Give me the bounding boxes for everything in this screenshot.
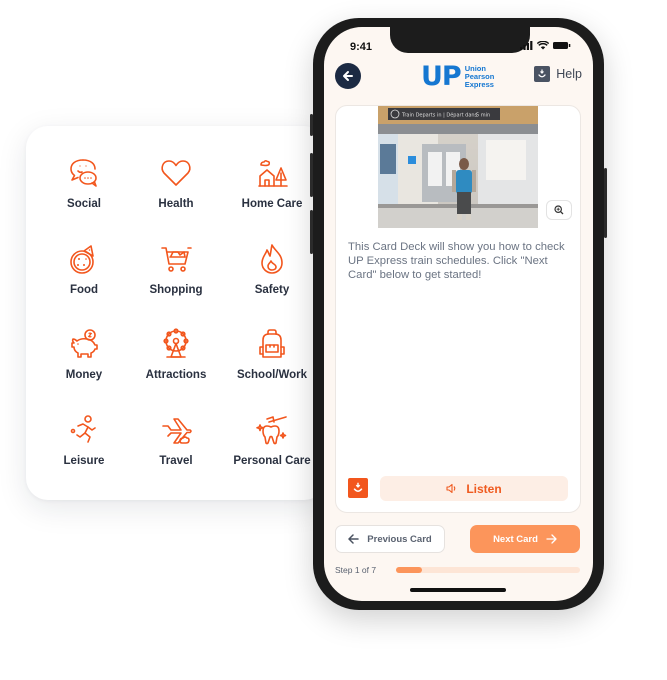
- pizza-icon: [70, 244, 94, 274]
- category-label: Shopping: [149, 283, 203, 296]
- status-icons: [520, 41, 571, 50]
- category-attractions[interactable]: Attractions: [128, 327, 224, 413]
- phone-side-button: [310, 114, 313, 136]
- app-header: UP Union Pearson Express Help: [324, 61, 593, 103]
- arrow-left-icon: [348, 534, 360, 544]
- category-health[interactable]: Health: [128, 156, 224, 242]
- phone-volume-up-button: [310, 153, 313, 197]
- arrow-right-icon: [546, 534, 557, 544]
- category-label: Social: [67, 198, 101, 210]
- category-food[interactable]: Food: [40, 242, 128, 328]
- progress-fill: [396, 567, 423, 573]
- listen-label: Listen: [466, 481, 502, 496]
- ferris-wheel-icon: [163, 328, 189, 358]
- running-person-icon: [70, 414, 96, 443]
- help-face-icon: [534, 66, 551, 82]
- zoom-in-icon: [554, 205, 564, 215]
- back-button[interactable]: [335, 63, 361, 89]
- category-label: Money: [65, 369, 103, 381]
- phone-power-button: [604, 168, 607, 238]
- up-express-logo: UP Union Pearson Express: [421, 61, 494, 92]
- category-label: Safety: [254, 283, 290, 296]
- flame-icon: [261, 243, 283, 274]
- tooth-brush-icon: [256, 415, 287, 444]
- speaker-icon: [446, 483, 456, 494]
- logo-mark: UP: [421, 61, 462, 92]
- phone-screen: 9:41 UP Union Pearson Express Help Train…: [324, 27, 593, 601]
- category-home-care[interactable]: Home Care: [224, 156, 320, 242]
- phone-volume-down-button: [310, 210, 313, 254]
- help-button[interactable]: Help: [534, 66, 582, 82]
- heart-icon: [161, 160, 191, 186]
- category-label: Personal Care: [233, 454, 311, 467]
- shopping-cart-icon: [161, 246, 192, 272]
- category-label: Health: [158, 198, 194, 210]
- zoom-image-button[interactable]: [546, 200, 572, 220]
- category-panel: Social Health Home Care Food Shopping Safety M…: [26, 126, 326, 500]
- logo-line-3: Express: [464, 79, 494, 89]
- piggy-bank-icon: [71, 329, 98, 358]
- home-indicator[interactable]: [410, 588, 506, 592]
- content-card: Train Departs in | Départ dans 5 min Thi…: [335, 105, 581, 513]
- assistant-face-icon[interactable]: [348, 478, 368, 498]
- progress-bar: [396, 567, 580, 573]
- sign-text: Train Departs in | Départ dans: [401, 112, 478, 119]
- step-indicator: Step 1 of 7: [335, 565, 377, 575]
- category-school-work[interactable]: School/Work: [224, 327, 320, 413]
- logo-wordmark: Union Pearson Express: [464, 64, 495, 89]
- wifi-icon: [537, 41, 549, 50]
- card-description: This Card Deck will show you how to chec…: [348, 241, 565, 281]
- category-leisure[interactable]: Leisure: [40, 413, 128, 499]
- backpack-icon: [259, 329, 285, 358]
- help-label: Help: [556, 67, 582, 81]
- next-card-button[interactable]: Next Card: [470, 525, 580, 553]
- category-personal-care[interactable]: Personal Care: [224, 413, 320, 499]
- category-social[interactable]: Social: [40, 156, 128, 242]
- chat-bubbles-icon: [70, 159, 97, 187]
- category-shopping[interactable]: Shopping: [128, 242, 224, 328]
- signal-icon: [520, 41, 533, 50]
- previous-card-button[interactable]: Previous Card: [335, 525, 445, 553]
- train-platform-photo: Train Departs in | Départ dans 5 min: [378, 106, 538, 228]
- house-tree-icon: [258, 160, 288, 187]
- category-label: Travel: [159, 454, 193, 467]
- phone-notch: [390, 27, 530, 53]
- listen-button[interactable]: Listen: [380, 476, 568, 501]
- category-label: Leisure: [63, 454, 105, 467]
- battery-icon: [553, 42, 571, 49]
- category-grid: Social Health Home Care Food Shopping Safety M…: [26, 156, 316, 498]
- category-safety[interactable]: Safety: [224, 242, 320, 328]
- previous-card-label: Previous Card: [367, 533, 432, 545]
- phone-frame: 9:41 UP Union Pearson Express Help Train…: [310, 18, 607, 610]
- category-travel[interactable]: Travel: [128, 413, 224, 499]
- category-money[interactable]: Money: [40, 327, 128, 413]
- arrow-left-icon: [343, 71, 353, 81]
- category-label: School/Work: [236, 369, 308, 381]
- airplane-icon: [162, 417, 192, 444]
- category-label: Food: [69, 283, 99, 296]
- status-time: 9:41: [350, 41, 373, 53]
- next-card-label: Next Card: [493, 533, 538, 545]
- category-label: Attractions: [145, 369, 207, 381]
- category-label: Home Care: [241, 198, 303, 210]
- sign-time: 5 min: [476, 113, 490, 119]
